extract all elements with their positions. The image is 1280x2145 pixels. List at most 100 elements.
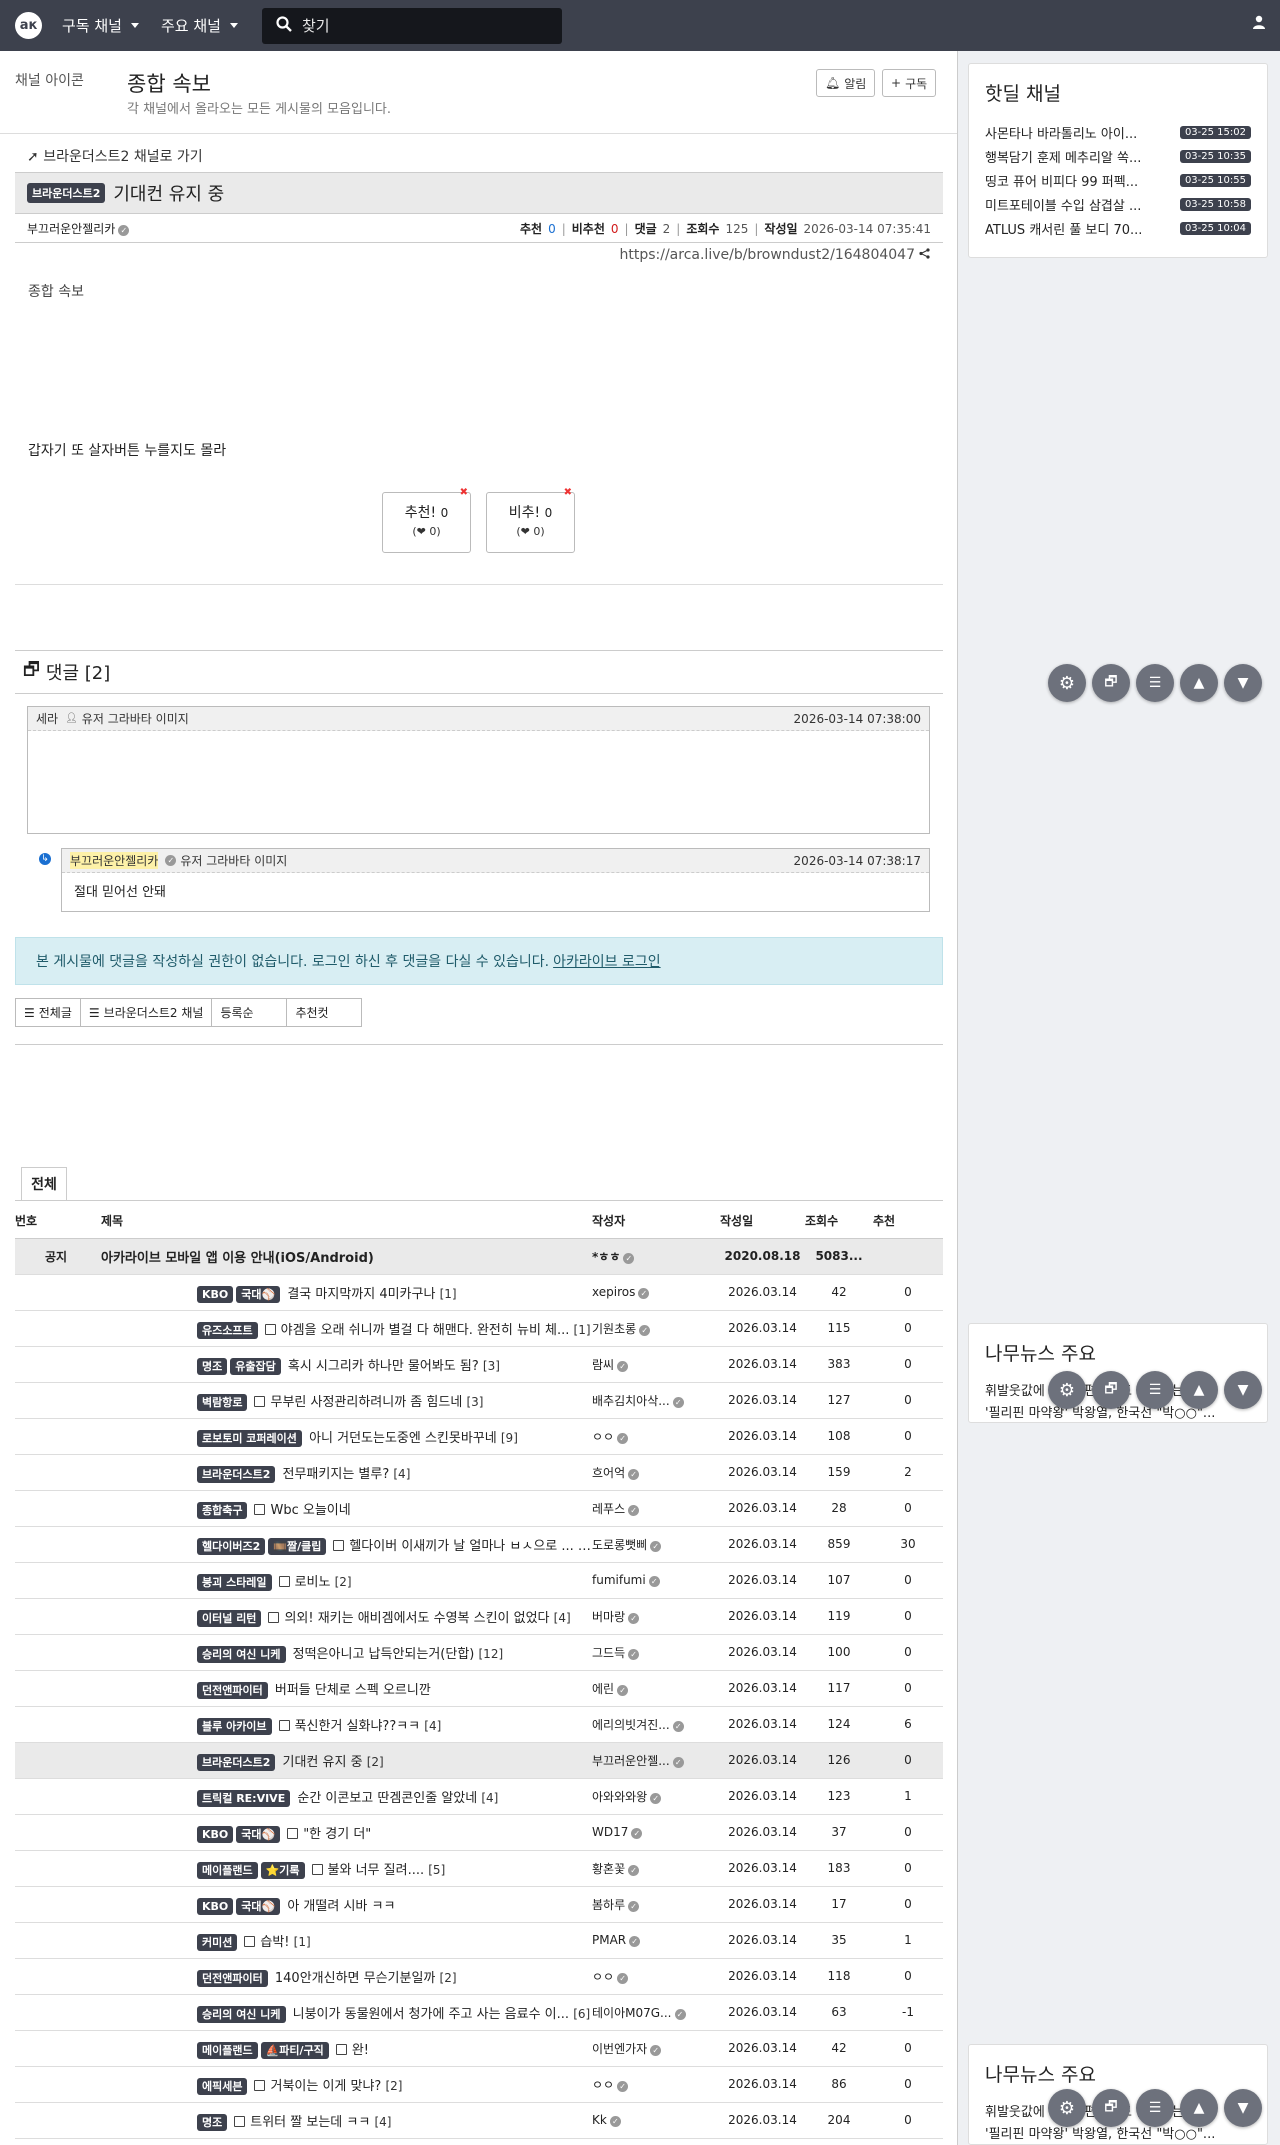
article-author[interactable]: 부끄러운안젤리카 ✓ — [27, 220, 130, 237]
row-author[interactable]: ㅇㅇ ✓ — [592, 1958, 720, 1995]
comments-jump-button[interactable]: 🗗︎ — [1092, 664, 1130, 702]
category-badge[interactable]: 승리의 여신 니케 — [197, 2005, 286, 2023]
comments-jump-button[interactable]: 🗗︎ — [1092, 1371, 1130, 1409]
table-row[interactable]: KBO 국대⚾ "한 경기 더" WD17 ✓ 2026.03.14 37 0 — [15, 1814, 943, 1851]
row-title[interactable]: 메이플랜드 ⭐기록 불와 너무 질려.... [5] — [97, 1850, 592, 1887]
category-badge[interactable]: 브라운더스트2 — [197, 1465, 276, 1483]
row-author[interactable]: ㅇㅇ ✓ — [592, 2066, 720, 2103]
row-title[interactable]: 던전앤파이터 140안개신하면 무슨기분일까 [2] — [97, 1958, 592, 1995]
row-title[interactable]: 브라운더스트2 전무패키지는 별루? [4] — [97, 1454, 592, 1491]
table-row[interactable]: 메이플랜드 ⭐기록 불와 너무 질려.... [5] 황혼꽃 ✓ 2026.03.14 18… — [15, 1850, 943, 1887]
row-author[interactable]: fumifumi ✓ — [592, 1562, 720, 1599]
category-badge[interactable]: 브라운더스트2 — [197, 1753, 276, 1771]
category-badge[interactable]: 국대⚾ — [236, 1897, 281, 1915]
row-title[interactable]: 에픽세븐 거북이는 이게 맞냐? [2] — [97, 2066, 592, 2103]
category-badge[interactable]: 트릭컬 RE:VIVE — [197, 1789, 291, 1807]
row-title[interactable]: 블루 아카이브 푹신한거 실화냐??ㅋㅋ [4] — [97, 1706, 592, 1743]
rec-cut-button[interactable]: 추천컷 — [287, 998, 363, 1027]
row-author[interactable]: 배추김치아삭... ✓ — [592, 1382, 720, 1419]
category-badge[interactable]: 명조 — [197, 2113, 228, 2131]
table-row[interactable]: 벽람항로 무부린 사정관리하려니까 좀 힘드네 [3] 배추김치아삭... ✓ 2026… — [15, 1382, 943, 1419]
row-author[interactable]: 아와와와왕 ✓ — [592, 1778, 720, 1815]
settings-button[interactable]: ⚙ — [1048, 1371, 1086, 1409]
category-badge[interactable]: ⛵파티/구직 — [260, 2041, 329, 2059]
row-title[interactable]: 브라운더스트2 기대컨 유지 중 [2] — [97, 1742, 592, 1779]
hotdeal-item[interactable]: 행복담기 훈제 메추리알 쏙... 03-25 10:35 — [985, 144, 1251, 168]
list-jump-button[interactable]: ☰ — [1136, 2089, 1174, 2127]
category-badge[interactable]: 던전앤파이터 — [197, 1969, 268, 1987]
row-author[interactable]: 흐어억 ✓ — [592, 1454, 720, 1491]
row-title[interactable]: KBO 국대⚾ 아 개떨려 시바 ㅋㅋ — [97, 1886, 592, 1923]
article-url[interactable]: https://arca.live/b/browndust2/164804047 — [620, 247, 931, 263]
table-row[interactable]: 승리의 여신 니케 니붕이가 동물원에서 청가에 주고 사는 음료수 이... … — [15, 1994, 943, 2031]
hotdeal-item[interactable]: 띵코 퓨어 비피다 99 퍼펙... 03-25 10:55 — [985, 168, 1251, 192]
row-title[interactable]: 종합축구 Wbc 오늘이네 — [97, 1490, 592, 1527]
main-channels-menu[interactable]: 주요 채널 — [161, 15, 238, 36]
downvote-button[interactable]: ✖ 비추! 0 (❤ 0) — [486, 487, 575, 553]
row-title[interactable]: KBO 국대⚾ "한 경기 더" — [97, 1814, 592, 1851]
list-jump-button[interactable]: ☰ — [1136, 1371, 1174, 1409]
site-logo[interactable]: ак — [15, 12, 42, 39]
table-row[interactable]: 브라운더스트2 기대컨 유지 중 [2] 부끄러운안젤... ✓ 2026.03.14… — [15, 1742, 943, 1779]
search-icon[interactable] — [276, 15, 292, 36]
scroll-bottom-button[interactable]: ▼ — [1224, 664, 1262, 702]
category-badge[interactable]: 유즈소프트 — [197, 1321, 258, 1339]
subscribe-button[interactable]: + 구독 — [882, 69, 937, 97]
row-title[interactable]: 명조 유출잡담 혹시 시그리카 하나만 물어봐도 됨? [3] — [97, 1346, 592, 1383]
row-title[interactable]: 벽람항로 포터랑 모스크바 중에 누가 더 우선순위 높음? [8] — [97, 2138, 592, 2145]
category-badge[interactable]: 던전앤파이터 — [197, 1681, 268, 1699]
category-badge[interactable]: 로보토미 코퍼레이션 — [197, 1429, 302, 1447]
row-author[interactable]: 기원초롱 ✓ — [592, 1310, 720, 1347]
category-badge[interactable]: 국대⚾ — [236, 1285, 281, 1303]
row-title[interactable]: 명조 트위터 짤 보는데 ㅋㅋ [4] — [97, 2102, 592, 2139]
row-author[interactable]: PMAR ✓ — [592, 1922, 720, 1959]
scroll-bottom-button[interactable]: ▼ — [1224, 1371, 1262, 1409]
row-title[interactable]: KBO 국대⚾ 결국 마지막까지 4미카구나 [1] — [97, 1274, 592, 1311]
alarm-button[interactable]: 🔔︎ 알림 — [816, 69, 876, 97]
comment-author[interactable]: 부끄러운안젤리카 — [70, 852, 159, 869]
row-title[interactable]: 헬다이버즈2🎞️짤/클립 헬다이버 이새끼가 날 얼마나 ㅂㅅ으로 ... [9] — [97, 1526, 592, 1563]
category-badge[interactable]: 승리의 여신 니케 — [197, 1645, 286, 1663]
table-row[interactable]: 로보토미 코퍼레이션 아니 거던도는도중엔 스킨못바꾸네 [9] ㅇㅇ ✓ 2026.… — [15, 1418, 943, 1455]
row-author[interactable]: 레푸스 ✓ — [592, 1490, 720, 1527]
category-badge[interactable]: 붕괴 스타레일 — [197, 1573, 272, 1591]
row-author[interactable]: 에린 ✓ — [592, 1670, 720, 1707]
scroll-top-button[interactable]: ▲ — [1180, 2089, 1218, 2127]
share-icon[interactable] — [919, 247, 930, 263]
row-title[interactable]: 벽람항로 무부린 사정관리하려니까 좀 힘드네 [3] — [97, 1382, 592, 1419]
comments-jump-button[interactable]: 🗗︎ — [1092, 2089, 1130, 2127]
filter-channel-button[interactable]: ☰ 브라운더스트2 채널 — [80, 998, 213, 1027]
row-title[interactable]: 아카라이브 모바일 앱 이용 안내(iOS/Android) — [97, 1238, 592, 1275]
category-badge[interactable]: 커미션 — [197, 1933, 238, 1951]
scroll-top-button[interactable]: ▲ — [1180, 1371, 1218, 1409]
row-author[interactable]: 봄하루 ✓ — [592, 1886, 720, 1923]
user-icon[interactable] — [1252, 15, 1266, 33]
table-row[interactable]: 헬다이버즈2🎞️짤/클립 헬다이버 이새끼가 날 얼마나 ㅂㅅ으로 ... [9]… — [15, 1526, 943, 1563]
tab-all[interactable]: 전체 — [21, 1167, 67, 1201]
scroll-top-button[interactable]: ▲ — [1180, 664, 1218, 702]
table-row[interactable]: 유즈소프트 야겜을 오래 쉬니까 별걸 다 해맨다. 완전히 뉴비 체... [1… — [15, 1310, 943, 1347]
table-row[interactable]: 명조 유출잡담 혹시 시그리카 하나만 물어봐도 됨? [3] 람씨 ✓ 2026.03… — [15, 1346, 943, 1383]
category-badge[interactable]: 메이플랜드 — [197, 1861, 258, 1879]
category-badge[interactable]: 국대⚾ — [236, 1825, 281, 1843]
row-author[interactable]: 람씨 ✓ — [592, 1346, 720, 1383]
category-badge[interactable]: KBO — [197, 1825, 234, 1843]
table-row[interactable]: 커미션 습박! [1] PMAR ✓ 2026.03.14 35 1 — [15, 1922, 943, 1959]
row-title[interactable]: 던전앤파이터 버퍼들 단체로 스펙 오르니깐 — [97, 1670, 592, 1707]
row-title[interactable]: 트릭컬 RE:VIVE 순간 이콘보고 딴겜콘인줄 알았네 [4] — [97, 1778, 592, 1815]
row-author[interactable]: 에리의빗겨진... ✓ — [592, 1706, 720, 1743]
category-badge[interactable]: ⭐기록 — [260, 1861, 305, 1879]
row-title[interactable]: 승리의 여신 니케 니붕이가 동물원에서 청가에 주고 사는 음료수 이... … — [97, 1994, 592, 2031]
search-input[interactable] — [301, 16, 542, 35]
row-author[interactable]: 연애는카즈사...✓ — [592, 2138, 720, 2145]
table-row[interactable]: 명조 트위터 짤 보는데 ㅋㅋ [4] Kk ✓ 2026.03.14 204 0 — [15, 2102, 943, 2139]
table-row[interactable]: 벽람항로 포터랑 모스크바 중에 누가 더 우선순위 높음? [8]연애는카즈사… — [15, 2138, 943, 2145]
list-jump-button[interactable]: ☰ — [1136, 664, 1174, 702]
goto-channel-link[interactable]: ➚ 브라운더스트2 채널로 가기 — [27, 146, 203, 166]
settings-button[interactable]: ⚙ — [1048, 664, 1086, 702]
login-link[interactable]: 아카라이브 로그인 — [553, 951, 661, 971]
category-badge[interactable]: 명조 — [197, 1357, 228, 1375]
table-row[interactable]: 메이플랜드 ⛵파티/구직 완! 이번엔가자 ✓ 2026.03.14 42 0 — [15, 2030, 943, 2067]
row-title[interactable]: 붕괴 스타레일 로비노 [2] — [97, 1562, 592, 1599]
upvote-button[interactable]: ✖ 추천! 0 (❤ 0) — [382, 487, 471, 553]
